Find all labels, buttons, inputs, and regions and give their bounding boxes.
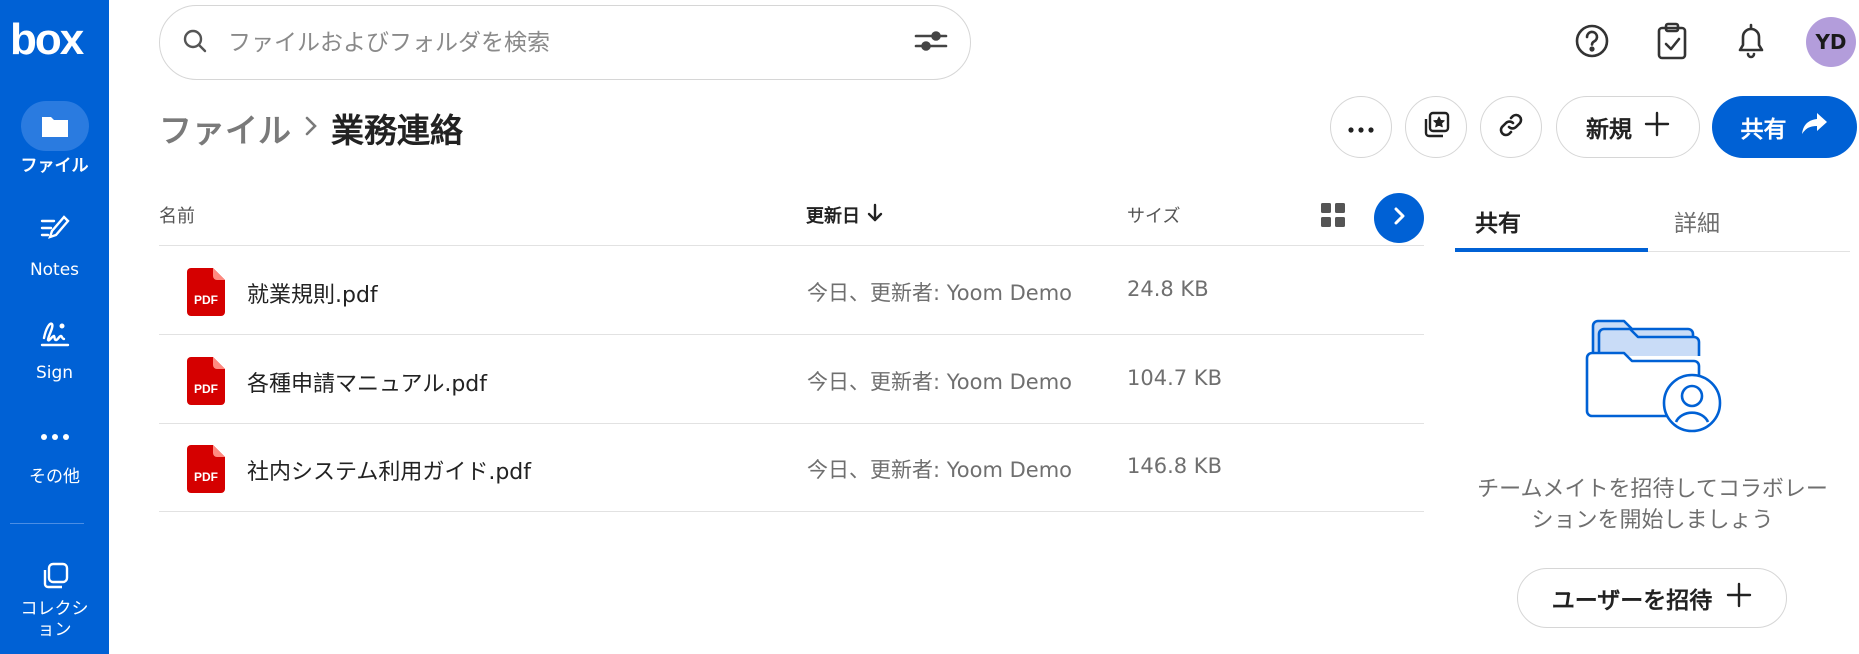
chevron-right-icon xyxy=(303,112,319,145)
search-icon xyxy=(182,28,208,58)
chevron-right-icon xyxy=(1391,206,1407,230)
add-to-collection-button[interactable] xyxy=(1405,96,1467,158)
plus-icon xyxy=(1644,111,1670,143)
column-header-size[interactable]: サイズ xyxy=(1127,202,1180,228)
breadcrumb-root[interactable]: ファイル xyxy=(159,104,291,152)
grid-view-icon[interactable] xyxy=(1320,202,1346,232)
copy-link-button[interactable] xyxy=(1480,96,1542,158)
tab-details[interactable]: 詳細 xyxy=(1674,204,1720,238)
nav-item-label: その他 xyxy=(29,467,80,487)
nav-item-label: Sign xyxy=(35,363,74,383)
invite-users-button[interactable]: ユーザーを招待 xyxy=(1517,568,1787,628)
app-window: box ファイル Notes Sign その他 コレクション ファイルおよびフォ… xyxy=(0,0,1859,654)
share-arrow-icon xyxy=(1799,111,1829,143)
nav-item-sign[interactable]: Sign xyxy=(0,308,109,384)
table-row[interactable]: PDF 各種申請マニュアル.pdf 今日、更新者: Yoom Demo 104.… xyxy=(159,336,1424,424)
help-icon[interactable] xyxy=(1571,20,1613,62)
file-size: 104.7 KB xyxy=(1127,366,1222,390)
box-logo[interactable]: box xyxy=(10,14,84,66)
nav-item-notes[interactable]: Notes xyxy=(0,205,109,281)
search-input[interactable] xyxy=(228,29,914,56)
sign-icon xyxy=(21,308,89,358)
file-size: 146.8 KB xyxy=(1127,454,1222,478)
file-modified: 今日、更新者: Yoom Demo xyxy=(807,281,1073,305)
breadcrumb: ファイル 業務連絡 xyxy=(159,104,463,152)
collection-star-icon xyxy=(1421,110,1451,144)
share-button[interactable]: 共有 xyxy=(1712,96,1857,158)
tab-sharing[interactable]: 共有 xyxy=(1475,204,1521,238)
file-name[interactable]: 各種申請マニュアル.pdf xyxy=(247,366,487,398)
svg-text:PDF: PDF xyxy=(194,382,218,396)
sidebar-tabs: 共有 詳細 xyxy=(1455,190,1850,252)
new-button[interactable]: 新規 xyxy=(1556,96,1700,158)
more-options-button[interactable] xyxy=(1330,96,1392,158)
table-row[interactable]: PDF 就業規則.pdf 今日、更新者: Yoom Demo 24.8 KB xyxy=(159,247,1424,335)
search-bar xyxy=(159,5,971,80)
svg-text:PDF: PDF xyxy=(194,293,218,307)
table-row[interactable]: PDF 社内システム利用ガイド.pdf 今日、更新者: Yoom Demo 14… xyxy=(159,424,1424,512)
nav-item-label: コレクション xyxy=(20,599,89,640)
nav-item-label: Notes xyxy=(29,260,80,280)
notifications-icon[interactable] xyxy=(1730,20,1772,62)
left-nav: box ファイル Notes Sign その他 コレクション xyxy=(0,0,109,654)
column-header-modified[interactable]: 更新日 xyxy=(806,202,884,228)
avatar[interactable]: YD xyxy=(1806,17,1856,67)
file-size: 24.8 KB xyxy=(1127,277,1209,301)
nav-item-files[interactable]: ファイル xyxy=(0,101,109,177)
svg-text:PDF: PDF xyxy=(194,470,218,484)
share-button-label: 共有 xyxy=(1740,117,1787,143)
tasks-icon[interactable] xyxy=(1651,20,1693,62)
nav-item-collections[interactable]: コレクション xyxy=(0,553,109,641)
link-icon xyxy=(1497,111,1525,143)
nav-item-more[interactable]: その他 xyxy=(0,412,109,488)
file-name[interactable]: 社内システム利用ガイド.pdf xyxy=(247,454,531,486)
breadcrumb-current: 業務連絡 xyxy=(331,111,463,150)
nav-item-label: ファイル xyxy=(20,156,89,176)
sharing-empty-message-line-1: チームメイトを招待してコラボレー xyxy=(1477,477,1828,502)
file-modified: 今日、更新者: Yoom Demo xyxy=(807,370,1073,394)
sharing-empty-message: チームメイトを招待してコラボレー ションを開始しましょう xyxy=(1455,474,1850,536)
file-name[interactable]: 就業規則.pdf xyxy=(247,277,378,309)
folder-icon xyxy=(20,101,89,151)
file-table-header: 名前 更新日 サイズ xyxy=(159,188,1424,246)
search-filter-icon[interactable] xyxy=(914,30,948,56)
invite-users-label: ユーザーを招待 xyxy=(1551,588,1713,614)
sharing-empty-message-line-2: ションを開始しましょう xyxy=(1531,508,1774,533)
pdf-file-icon: PDF xyxy=(187,268,225,320)
file-modified: 今日、更新者: Yoom Demo xyxy=(807,458,1073,482)
pdf-file-icon: PDF xyxy=(187,357,225,409)
active-tab-indicator xyxy=(1455,248,1648,252)
arrow-down-icon xyxy=(866,203,884,228)
new-button-label: 新規 xyxy=(1586,117,1632,143)
more-icon xyxy=(21,412,89,462)
plus-icon xyxy=(1726,582,1752,614)
pdf-file-icon: PDF xyxy=(187,445,225,497)
column-header-name[interactable]: 名前 xyxy=(159,202,195,228)
more-horizontal-icon xyxy=(1348,118,1374,137)
collections-icon xyxy=(21,553,89,599)
shared-folder-illustration xyxy=(1585,316,1725,440)
toggle-sidebar-button[interactable] xyxy=(1374,193,1424,243)
column-header-modified-label: 更新日 xyxy=(806,206,860,227)
notes-icon xyxy=(21,205,89,255)
nav-divider xyxy=(10,523,84,524)
